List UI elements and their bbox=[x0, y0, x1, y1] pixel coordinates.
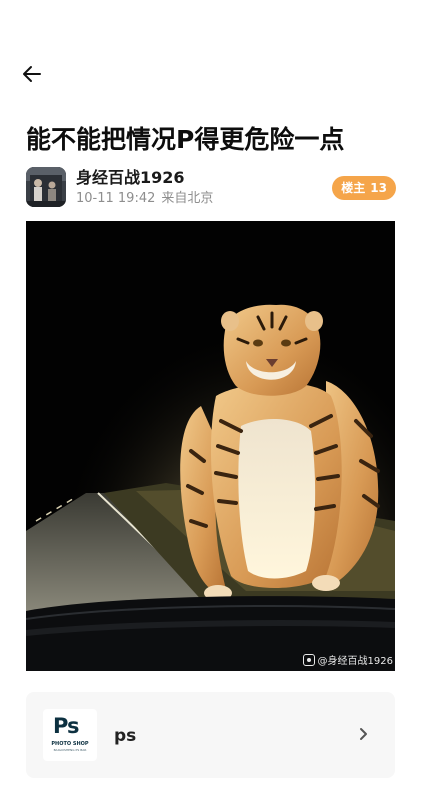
chevron-right-icon bbox=[360, 728, 367, 740]
ps-logo-text: Ps bbox=[53, 714, 80, 738]
post-meta: 10-11 19:42 来自北京 bbox=[76, 190, 213, 208]
author-row: 身经百战1926 10-11 19:42 来自北京 楼主 13 bbox=[26, 167, 396, 209]
back-button[interactable] bbox=[18, 60, 46, 88]
app-name: ps bbox=[114, 726, 137, 746]
ps-logo-subcaption: BAIGUISHENG PS BAR bbox=[53, 748, 87, 752]
ps-logo-caption: PHOTO SHOP bbox=[51, 741, 89, 747]
ps-app-icon: Ps PHOTO SHOP BAIGUISHENG PS BAR bbox=[43, 709, 97, 761]
floor-badge: 楼主 13 bbox=[332, 176, 396, 200]
floor-badge-count: 13 bbox=[370, 181, 387, 195]
watermark-text: @身经百战1926 bbox=[317, 656, 393, 667]
floor-badge-label: 楼主 bbox=[341, 181, 366, 195]
tiger-night-road-image bbox=[26, 221, 395, 671]
camera-icon bbox=[302, 653, 315, 666]
arrow-left-icon bbox=[23, 66, 41, 82]
post-date: 10-11 19:42 bbox=[76, 191, 156, 206]
post-title: 能不能把情况P得更危险一点 bbox=[26, 125, 345, 154]
author-name[interactable]: 身经百战1926 bbox=[76, 168, 185, 188]
post-location: 来自北京 bbox=[161, 191, 214, 206]
post-image[interactable]: @身经百战1926 bbox=[26, 221, 395, 671]
app-card[interactable]: Ps PHOTO SHOP BAIGUISHENG PS BAR ps bbox=[26, 692, 395, 778]
avatar[interactable] bbox=[26, 167, 66, 207]
image-watermark: @身经百战1926 bbox=[302, 652, 393, 667]
